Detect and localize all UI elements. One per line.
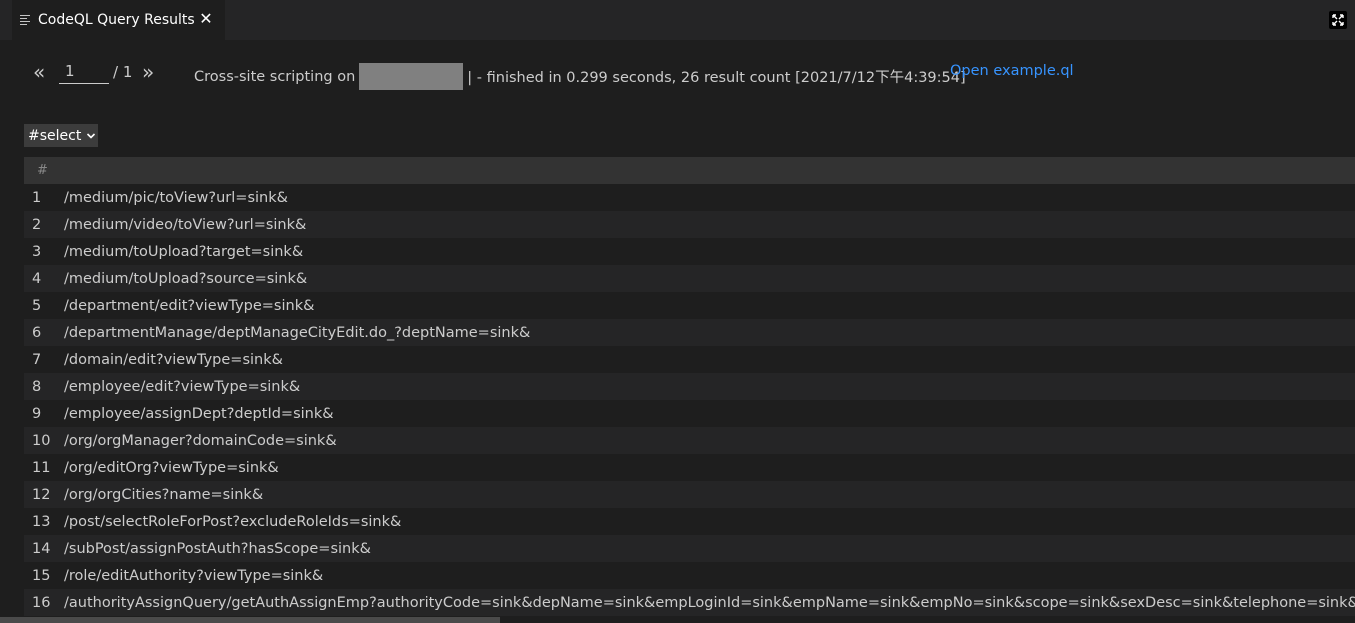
table-row[interactable]: 2/medium/video/toView?url=sink& — [24, 211, 1355, 238]
results-toolbar: « / 1 » Cross-site scripting on | - fini… — [0, 40, 1355, 104]
table-row[interactable]: 8/employee/edit?viewType=sink& — [24, 373, 1355, 400]
table-header: # — [24, 157, 1355, 184]
page-total: / 1 — [113, 63, 133, 81]
row-index: 4 — [32, 270, 42, 287]
table-body: 1/medium/pic/toView?url=sink& 2/medium/vi… — [24, 184, 1355, 616]
row-value[interactable]: /departmentManage/deptManageCityEdit.do_… — [64, 325, 1355, 341]
row-value[interactable]: /employee/assignDept?deptId=sink& — [64, 406, 1355, 422]
row-index: 8 — [32, 378, 42, 395]
row-index: 6 — [32, 324, 42, 341]
row-value[interactable]: /org/orgCities?name=sink& — [64, 487, 1355, 503]
table-row[interactable]: 11/org/editOrg?viewType=sink& — [24, 454, 1355, 481]
row-index: 11 — [32, 459, 51, 476]
row-value[interactable]: /authorityAssignQuery/getAuthAssignEmp?a… — [64, 595, 1355, 611]
maximize-icon[interactable] — [1329, 11, 1347, 29]
row-index: 3 — [32, 243, 42, 260]
table-row[interactable]: 12/org/orgCities?name=sink& — [24, 481, 1355, 508]
row-index: 5 — [32, 297, 42, 314]
tab-title: CodeQL Query Results — [38, 12, 195, 28]
table-row[interactable]: 3/medium/toUpload?target=sink& — [24, 238, 1355, 265]
table-row[interactable]: 15/role/editAuthority?viewType=sink& — [24, 562, 1355, 589]
list-icon — [20, 14, 32, 26]
table-row[interactable]: 6/departmentManage/deptManageCityEdit.do… — [24, 319, 1355, 346]
row-index: 10 — [32, 432, 51, 449]
close-icon[interactable]: ✕ — [197, 10, 215, 28]
table-row[interactable]: 13/post/selectRoleForPost?excludeRoleIds… — [24, 508, 1355, 535]
row-index: 13 — [32, 513, 51, 530]
row-index: 7 — [32, 351, 42, 368]
tab-bar: CodeQL Query Results ✕ — [0, 0, 1355, 40]
status-suffix: | - finished in 0.299 seconds, 26 result… — [467, 70, 966, 86]
redacted-block — [359, 63, 464, 90]
row-index: 1 — [32, 189, 42, 206]
row-value[interactable]: /medium/toUpload?target=sink& — [64, 244, 1355, 260]
row-value[interactable]: /employee/edit?viewType=sink& — [64, 379, 1355, 395]
open-query-link[interactable]: Open example.ql — [950, 63, 1074, 79]
horizontal-scrollbar[interactable] — [0, 617, 500, 623]
row-index: 16 — [32, 594, 51, 611]
row-value[interactable]: /subPost/assignPostAuth?hasScope=sink& — [64, 541, 1355, 557]
table-row[interactable]: 1/medium/pic/toView?url=sink& — [24, 184, 1355, 211]
row-index: 9 — [32, 405, 42, 422]
previous-page-button[interactable]: « — [33, 60, 45, 84]
row-index: 12 — [32, 486, 51, 503]
next-page-button[interactable]: » — [142, 60, 154, 84]
result-set-label: #select — [28, 127, 82, 144]
table-row[interactable]: 5/department/edit?viewType=sink& — [24, 292, 1355, 319]
table-row[interactable]: 14/subPost/assignPostAuth?hasScope=sink& — [24, 535, 1355, 562]
chevron-down-icon — [87, 132, 96, 139]
row-value[interactable]: /department/edit?viewType=sink& — [64, 298, 1355, 314]
table-row[interactable]: 7/domain/edit?viewType=sink& — [24, 346, 1355, 373]
row-value[interactable]: /medium/pic/toView?url=sink& — [64, 190, 1355, 206]
query-status: Cross-site scripting on | - finished in … — [194, 63, 966, 90]
row-index: 14 — [32, 540, 51, 557]
table-row[interactable]: 4/medium/toUpload?source=sink& — [24, 265, 1355, 292]
table-row[interactable]: 16/authorityAssignQuery/getAuthAssignEmp… — [24, 589, 1355, 616]
row-value[interactable]: /medium/video/toView?url=sink& — [64, 217, 1355, 233]
tab-codeql-query-results[interactable]: CodeQL Query Results ✕ — [12, 0, 225, 40]
row-index: 15 — [32, 567, 51, 584]
row-value[interactable]: /org/editOrg?viewType=sink& — [64, 460, 1355, 476]
table-row[interactable]: 9/employee/assignDept?deptId=sink& — [24, 400, 1355, 427]
row-value[interactable]: /post/selectRoleForPost?excludeRoleIds=s… — [64, 514, 1355, 530]
row-value[interactable]: /org/orgManager?domainCode=sink& — [64, 433, 1355, 449]
row-value[interactable]: /medium/toUpload?source=sink& — [64, 271, 1355, 287]
result-set-select[interactable]: #select — [24, 124, 98, 147]
status-prefix: Cross-site scripting on — [194, 68, 356, 85]
page-number-input[interactable] — [59, 58, 109, 84]
results-table: # 1/medium/pic/toView?url=sink& 2/medium/… — [24, 157, 1355, 616]
row-index: 2 — [32, 216, 42, 233]
table-row[interactable]: 10/org/orgManager?domainCode=sink& — [24, 427, 1355, 454]
row-value[interactable]: /domain/edit?viewType=sink& — [64, 352, 1355, 368]
row-value[interactable]: /role/editAuthority?viewType=sink& — [64, 568, 1355, 584]
index-column-header: # — [37, 163, 48, 178]
